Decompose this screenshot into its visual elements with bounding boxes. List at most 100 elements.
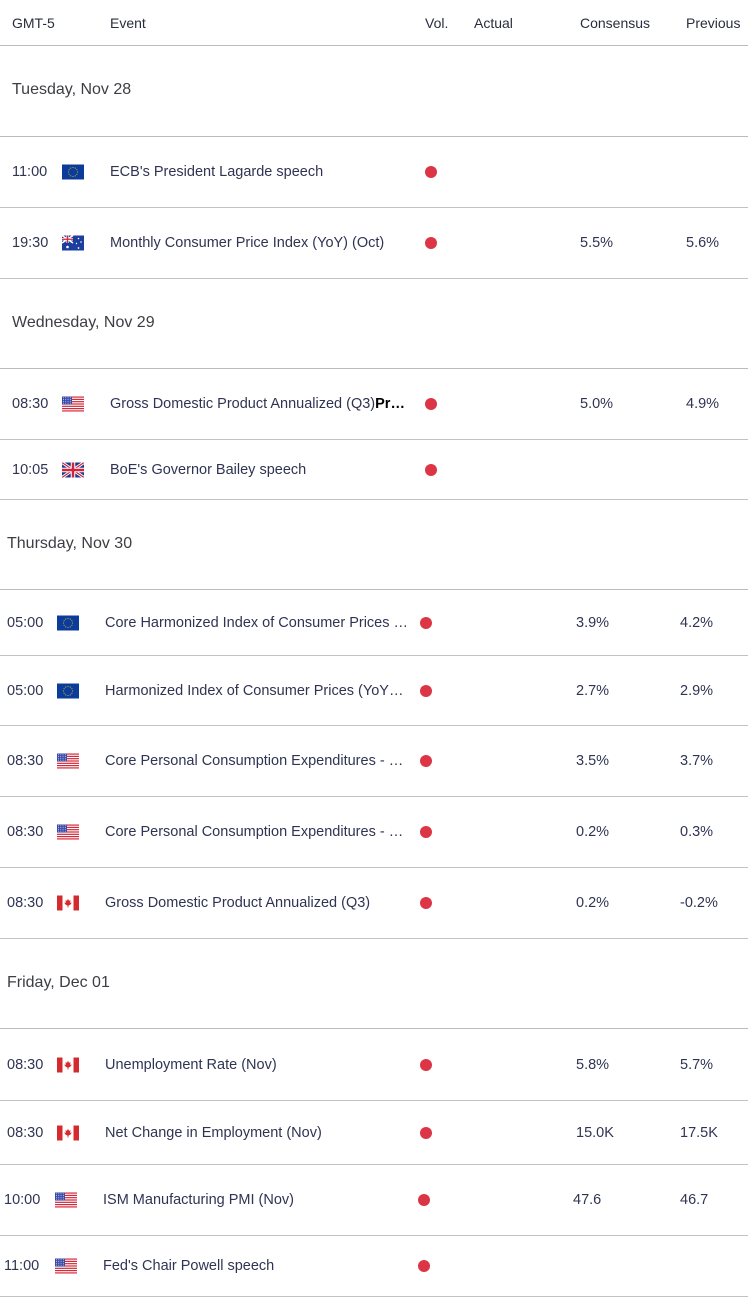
event-time: 08:30 — [7, 824, 44, 840]
ca-flag-icon — [57, 1125, 79, 1140]
previous-value: -0.2% — [680, 895, 718, 911]
event-title: Unemployment Rate (Nov) — [105, 1056, 277, 1073]
event-title-suffix: Pr… — [375, 396, 405, 412]
volatility-high-icon — [420, 1058, 432, 1071]
volatility-high-icon — [425, 166, 437, 178]
event-name[interactable]: Net Change in Employment (Nov) — [105, 1125, 322, 1141]
event-name[interactable]: Monthly Consumer Price Index (YoY) (Oct) — [110, 235, 384, 251]
event-time: 08:30 — [7, 895, 44, 911]
col-previous[interactable]: Previous — [686, 15, 740, 31]
event-row[interactable]: 05:00 Core Harmonized Index of Consumer P… — [0, 590, 748, 656]
day-label: Tuesday, Nov 28 — [12, 81, 132, 98]
event-row[interactable]: 08:30 Gross Domestic Product Annualized (… — [0, 369, 748, 440]
event-name[interactable]: BoE's Governor Bailey speech — [110, 462, 306, 478]
event-time: 08:30 — [7, 1124, 44, 1141]
consensus-value: 0.2% — [576, 895, 610, 911]
event-title: Monthly Consumer Price Index (YoY) (Oct) — [110, 235, 385, 251]
consensus-value: 2.7% — [576, 682, 610, 699]
volatility-high-icon — [425, 463, 437, 476]
event-name[interactable]: Fed's Chair Powell speech — [103, 1258, 274, 1274]
event-name[interactable]: ECB's President Lagarde speech — [110, 164, 323, 180]
previous-value: 3.7% — [680, 753, 714, 769]
event-row[interactable]: 08:30 Net Change in Employment (Nov) 15.0K… — [0, 1101, 748, 1165]
col-vol[interactable]: Vol. — [425, 15, 448, 31]
event-time: 10:05 — [12, 461, 49, 478]
event-time: 05:00 — [7, 682, 44, 699]
event-name[interactable]: Unemployment Rate (Nov) — [105, 1057, 277, 1073]
event-time: 10:00 — [4, 1192, 41, 1208]
event-row[interactable]: 11:00 Fed's Chair Powell speech — [0, 1236, 748, 1297]
uk-flag-icon — [62, 462, 84, 477]
previous-value: 0.3% — [680, 824, 714, 840]
volatility-high-icon — [420, 897, 432, 909]
event-name[interactable]: Harmonized Index of Consumer Prices (YoY… — [105, 683, 403, 699]
eu-flag-icon — [57, 615, 79, 630]
day-label: Friday, Dec 01 — [7, 974, 110, 991]
col-actual[interactable]: Actual — [474, 15, 513, 31]
event-row[interactable]: 05:00 Harmonized Index of Consumer Prices… — [0, 656, 748, 726]
event-title: Core Harmonized Index of Consumer Prices… — [105, 614, 409, 631]
event-name[interactable]: Core Personal Consumption Expenditures -… — [105, 753, 403, 769]
event-name[interactable]: Gross Domestic Product Annualized (Q3) — [105, 895, 370, 911]
au-flag-icon — [62, 235, 84, 251]
event-name[interactable]: Gross Domestic Product Annualized (Q3)Pr… — [110, 396, 405, 412]
volatility-high-icon — [420, 616, 432, 629]
col-consensus[interactable]: Consensus — [580, 15, 650, 31]
event-row[interactable]: 08:30 Gross Domestic Product Annualized (… — [0, 868, 748, 939]
volatility-high-icon — [420, 1126, 432, 1139]
us-flag-icon — [55, 1192, 77, 1208]
consensus-value: 5.0% — [580, 396, 614, 412]
event-name[interactable]: ISM Manufacturing PMI (Nov) — [103, 1192, 294, 1208]
event-time: 08:30 — [7, 753, 44, 769]
event-time: 19:30 — [12, 235, 49, 251]
previous-value: 4.9% — [686, 396, 720, 412]
event-time: 11:00 — [12, 164, 48, 180]
consensus-value: 5.5% — [580, 235, 614, 251]
col-event[interactable]: Event — [110, 15, 146, 31]
event-row[interactable]: 08:30 Core Personal Consumption Expenditu… — [0, 797, 748, 868]
previous-value: 5.7% — [680, 1056, 714, 1073]
event-row[interactable]: 08:30 Core Personal Consumption Expenditu… — [0, 726, 748, 797]
consensus-value: 3.5% — [576, 753, 610, 769]
event-title: Net Change in Employment (Nov) — [105, 1124, 322, 1141]
event-row[interactable]: 19:30 Monthly Consumer Price Index (YoY) … — [0, 208, 748, 279]
previous-value: 17.5K — [680, 1124, 718, 1141]
event-title: Gross Domestic Product Annualized (Q3) — [110, 396, 376, 412]
us-flag-icon — [62, 396, 84, 412]
event-name[interactable]: Core Harmonized Index of Consumer Prices… — [105, 615, 408, 631]
event-title: Gross Domestic Product Annualized (Q3) — [105, 895, 371, 911]
us-flag-icon — [57, 824, 79, 840]
volatility-high-icon — [418, 1260, 430, 1272]
event-name[interactable]: Core Personal Consumption Expenditures -… — [105, 824, 403, 840]
event-title: ECB's President Lagarde speech — [110, 164, 324, 180]
event-title: Harmonized Index of Consumer Prices (YoY… — [105, 682, 404, 699]
event-row[interactable]: 10:05 BoE's Governor Bailey speech — [0, 440, 748, 500]
us-flag-icon — [55, 1258, 77, 1274]
ca-flag-icon — [57, 895, 79, 911]
event-title: BoE's Governor Bailey speech — [110, 461, 307, 478]
volatility-high-icon — [425, 237, 437, 249]
table-header: GMT-5 Event Vol. Actual Consensus Previo… — [0, 0, 748, 46]
day-header: Wednesday, Nov 29 — [0, 279, 748, 369]
day-header: Tuesday, Nov 28 — [0, 46, 748, 137]
previous-value: 2.9% — [680, 682, 714, 699]
day-label: Wednesday, Nov 29 — [12, 314, 155, 331]
day-header: Friday, Dec 01 — [0, 939, 748, 1029]
event-row[interactable]: 08:30 Unemployment Rate (Nov) 5.8% 5.7% — [0, 1029, 748, 1101]
event-row[interactable]: 11:00 ECB's President Lagarde speech — [0, 137, 748, 208]
volatility-high-icon — [420, 684, 432, 697]
ca-flag-icon — [57, 1057, 79, 1072]
previous-value: 5.6% — [686, 235, 720, 251]
event-time: 05:00 — [7, 614, 44, 631]
consensus-value: 15.0K — [576, 1124, 614, 1141]
consensus-value: 0.2% — [576, 824, 610, 840]
us-flag-icon — [57, 753, 79, 769]
previous-value: 4.2% — [680, 614, 714, 631]
consensus-value: 47.6 — [573, 1192, 602, 1208]
previous-value: 46.7 — [680, 1192, 709, 1208]
col-timezone[interactable]: GMT-5 — [12, 15, 55, 31]
event-title: Core Personal Consumption Expenditures -… — [105, 753, 404, 769]
day-header: Thursday, Nov 30 — [0, 500, 748, 590]
event-row[interactable]: 10:00 ISM Manufacturing PMI (Nov) 47.6 46.7 — [0, 1165, 748, 1236]
day-label: Thursday, Nov 30 — [7, 535, 133, 552]
